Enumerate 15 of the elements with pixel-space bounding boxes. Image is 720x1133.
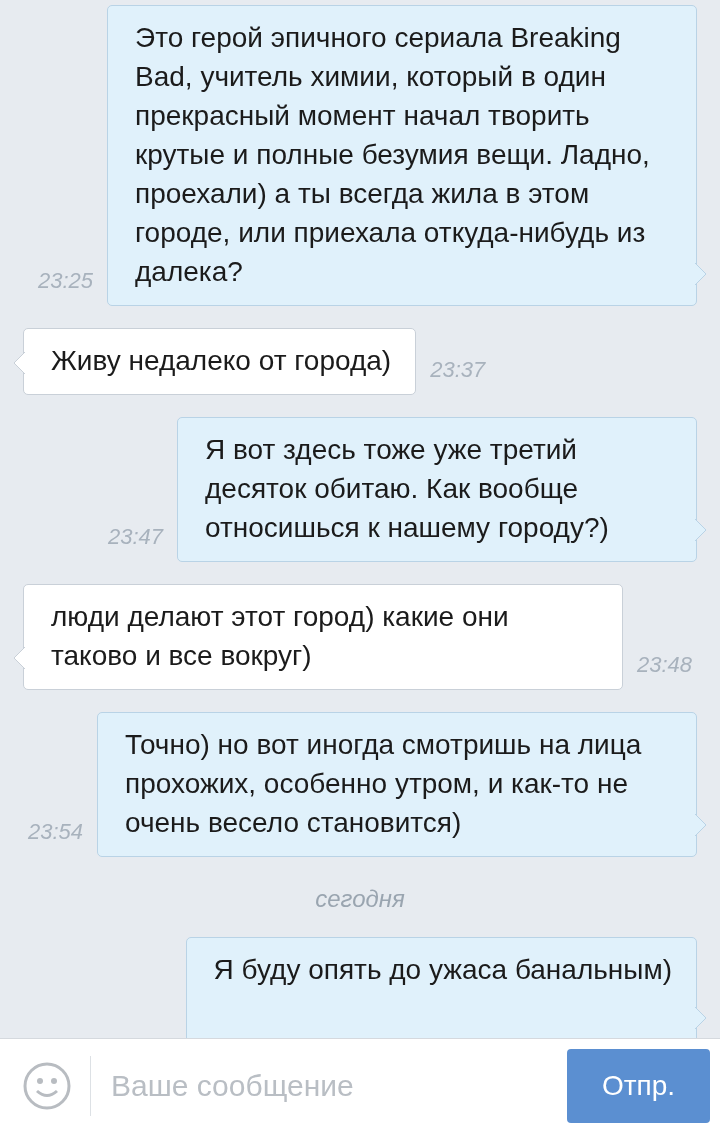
message-time: 23:48	[637, 652, 693, 679]
bubble-tail	[13, 647, 25, 669]
message-time: 23:25	[37, 268, 93, 295]
bubble-tail	[695, 519, 707, 541]
message-time: 23:47	[107, 524, 163, 551]
bubble-tail	[13, 352, 25, 374]
send-button[interactable]: Отпр.	[567, 1049, 710, 1123]
bubble-tail	[695, 263, 707, 285]
date-divider: сегодня	[314, 884, 406, 914]
message-time: 23:54	[27, 819, 83, 846]
message-field[interactable]: Ваше сообщение	[109, 1068, 549, 1104]
bubble-tail	[695, 1007, 707, 1029]
message-time: 23:37	[430, 357, 486, 384]
bubble-tail	[695, 814, 707, 836]
smiley-icon[interactable]	[22, 1061, 72, 1111]
